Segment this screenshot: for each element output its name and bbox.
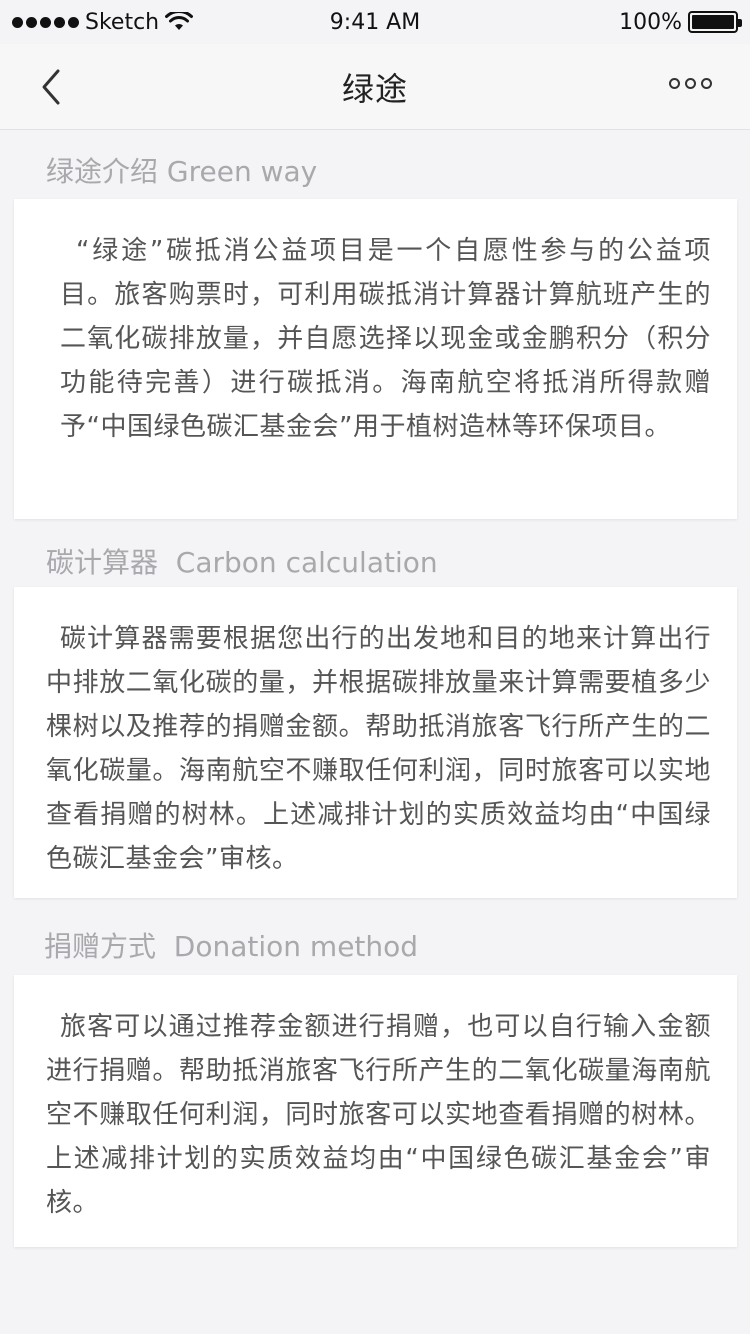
section-title-donation-method: 捐赠方式 Donation method	[44, 930, 419, 963]
more-button[interactable]	[669, 78, 712, 89]
back-button[interactable]	[36, 66, 76, 108]
card-green-way: “绿途”碳抵消公益项目是一个自愿性参与的公益项目。旅客购票时，可利用碳抵消计算器…	[14, 199, 737, 519]
section-body-carbon-calculation: 碳计算器需要根据您出行的出发地和目的地来计算出行中排放二氧化碳的量，并根据碳排放…	[46, 624, 711, 874]
page-title: 绿途	[341, 69, 408, 108]
signal-strength-icon	[12, 16, 79, 28]
navigation-bar: 绿途	[0, 44, 750, 130]
battery-icon	[688, 11, 742, 33]
card-donation-method: 旅客可以通过推荐金额进行捐赠，也可以自行输入金额进行捐赠。帮助抵消旅客飞行所产生…	[14, 975, 737, 1247]
status-left: Sketch	[12, 9, 194, 35]
status-right: 100%	[619, 9, 742, 35]
section-title-carbon-calculation: 碳计算器 Carbon calculation	[46, 546, 438, 579]
more-horizontal-icon	[669, 78, 680, 89]
wifi-icon	[165, 12, 194, 30]
section-body-green-way: “绿途”碳抵消公益项目是一个自愿性参与的公益项目。旅客购票时，可利用碳抵消计算器…	[60, 236, 711, 442]
section-title-green-way: 绿途介绍 Green way	[46, 155, 318, 188]
battery-percentage: 100%	[619, 9, 682, 35]
carrier-label: Sketch	[85, 9, 160, 35]
section-body-donation-method: 旅客可以通过推荐金额进行捐赠，也可以自行输入金额进行捐赠。帮助抵消旅客飞行所产生…	[46, 1012, 711, 1218]
chevron-left-icon	[42, 69, 60, 105]
card-carbon-calculation: 碳计算器需要根据您出行的出发地和目的地来计算出行中排放二氧化碳的量，并根据碳排放…	[14, 587, 737, 898]
status-bar: Sketch 9:41 AM 100%	[0, 0, 750, 44]
